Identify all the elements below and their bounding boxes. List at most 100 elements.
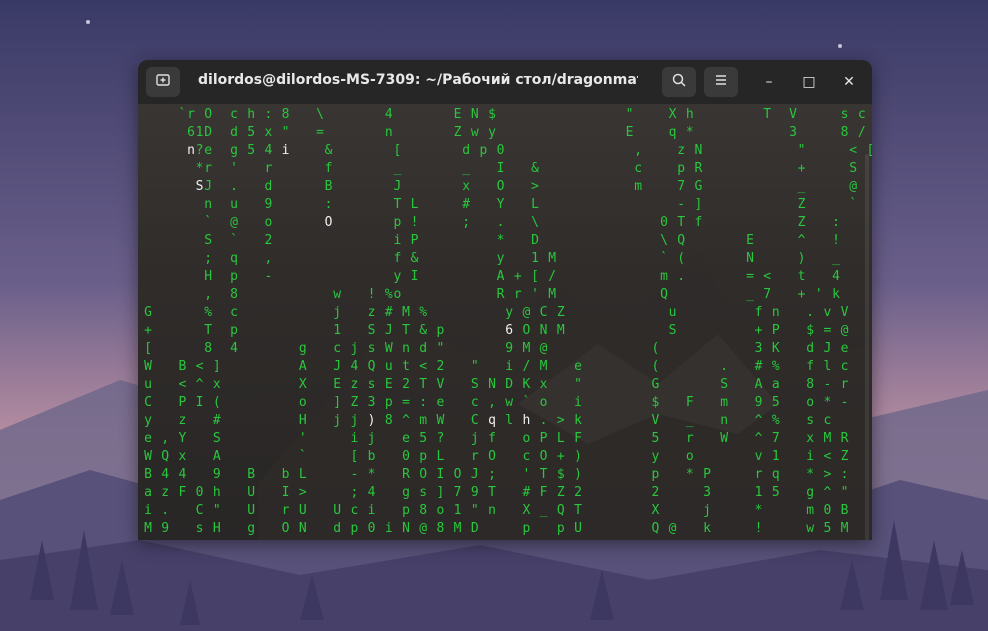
matrix-char: # — [384, 305, 393, 320]
new-tab-button[interactable] — [146, 67, 180, 97]
matrix-char: P — [771, 323, 780, 338]
matrix-char: @ — [668, 521, 677, 536]
matrix-char: j — [333, 305, 342, 320]
matrix-char: R — [694, 161, 703, 176]
matrix-char: > — [531, 179, 539, 194]
matrix-char: ; — [350, 485, 359, 500]
matrix-char: c — [230, 107, 238, 122]
matrix-char: X — [522, 503, 531, 518]
matrix-char: p — [350, 521, 359, 536]
matrix-char: ! — [754, 521, 763, 536]
matrix-char: P — [703, 467, 711, 482]
menu-button[interactable] — [704, 67, 738, 97]
matrix-char: k — [574, 413, 582, 428]
matrix-char: D — [531, 233, 539, 248]
matrix-char: w — [470, 125, 479, 140]
matrix-char: u — [384, 359, 393, 374]
scrollbar[interactable] — [865, 154, 869, 540]
matrix-char: T — [574, 503, 582, 518]
matrix-char: ` — [849, 197, 858, 212]
search-button[interactable] — [662, 67, 696, 97]
matrix-char: 2 — [402, 377, 410, 392]
matrix-char: ? — [436, 431, 445, 446]
matrix-char: 8 — [840, 125, 849, 140]
matrix-char: ' — [298, 431, 307, 446]
matrix-char: ` — [660, 251, 668, 266]
matrix-char: ; — [204, 251, 213, 266]
matrix-char: p — [522, 521, 531, 536]
matrix-char: 0 — [496, 143, 505, 158]
minimize-button[interactable]: – — [754, 67, 784, 97]
matrix-char: " — [625, 107, 634, 122]
matrix-char: < — [849, 143, 858, 158]
title-bar[interactable]: dilordos@dilordos-MS-7309: ~/Рабочий сто… — [138, 60, 872, 105]
matrix-char: @ — [849, 179, 858, 194]
matrix-char: G — [694, 179, 703, 194]
matrix-char: n — [402, 341, 410, 356]
matrix-char: r — [513, 287, 522, 302]
matrix-char: S — [212, 431, 221, 446]
matrix-char: 8 — [230, 287, 238, 302]
matrix-char: x — [178, 449, 187, 464]
matrix-char: i — [367, 503, 376, 518]
matrix-char: H — [204, 269, 213, 284]
matrix-char: m — [634, 179, 643, 194]
matrix-char: 0 — [660, 215, 668, 230]
matrix-char: 8 — [204, 341, 213, 356]
matrix-char: i — [393, 233, 402, 248]
matrix-char: C — [195, 503, 204, 518]
matrix-char: [ — [393, 143, 402, 158]
matrix-char: K — [522, 377, 531, 392]
matrix-char: K — [771, 341, 780, 356]
matrix-char: L — [531, 197, 539, 212]
matrix-char: " — [797, 143, 806, 158]
matrix-char: d — [333, 521, 342, 536]
matrix-char: + — [513, 269, 522, 284]
matrix-char: j — [703, 503, 711, 518]
matrix-char: " — [436, 341, 445, 356]
matrix-char: 2 — [264, 233, 273, 248]
matrix-char: p — [384, 395, 393, 410]
matrix-char: S — [668, 323, 677, 338]
matrix-char: N — [746, 251, 754, 266]
matrix-char: z — [367, 305, 376, 320]
matrix-char: s — [419, 485, 428, 500]
matrix-char: * — [367, 467, 376, 482]
matrix-char: W — [144, 359, 152, 374]
matrix-char: f — [324, 161, 333, 176]
minimize-icon: – — [765, 74, 773, 90]
matrix-char: s — [367, 377, 376, 392]
matrix-char: : — [324, 197, 333, 212]
matrix-char: " — [281, 125, 290, 140]
matrix-char: U — [247, 485, 256, 500]
maximize-button[interactable]: □ — [794, 67, 824, 97]
matrix-char: U — [247, 503, 256, 518]
matrix-char: : — [832, 215, 840, 230]
matrix-char: W — [436, 413, 445, 428]
matrix-char: p — [393, 215, 402, 230]
matrix-char: " — [574, 377, 582, 392]
matrix-char: u — [668, 305, 677, 320]
matrix-char: B — [247, 467, 256, 482]
matrix-char: ^ — [195, 377, 204, 392]
matrix-char: y — [488, 125, 496, 140]
matrix-char: s — [195, 521, 204, 536]
matrix-char: [ — [531, 269, 539, 284]
terminal-window[interactable]: dilordos@dilordos-MS-7309: ~/Рабочий сто… — [138, 60, 872, 540]
matrix-char: B — [840, 503, 849, 518]
matrix-char: \ — [316, 107, 324, 122]
matrix-char: P — [410, 233, 419, 248]
matrix-char: x — [539, 377, 548, 392]
matrix-char: * — [685, 467, 694, 482]
matrix-char: L — [410, 197, 419, 212]
matrix-char: k — [703, 521, 711, 536]
matrix-char: p — [436, 323, 445, 338]
close-button[interactable]: ✕ — [834, 67, 864, 97]
terminal-body[interactable]: ` r Oc h:8 \ 4 E N $ " Xh T Vs c 6 1 Dd 5 x " = n Zw y Eq * 3 8/n? e… — [138, 104, 872, 540]
matrix-char: " — [212, 503, 221, 518]
matrix-char: M — [548, 287, 557, 302]
matrix-char: J — [393, 179, 402, 194]
matrix-char: F — [178, 485, 187, 500]
matrix-char: F — [685, 395, 694, 410]
matrix-char: O — [281, 521, 290, 536]
